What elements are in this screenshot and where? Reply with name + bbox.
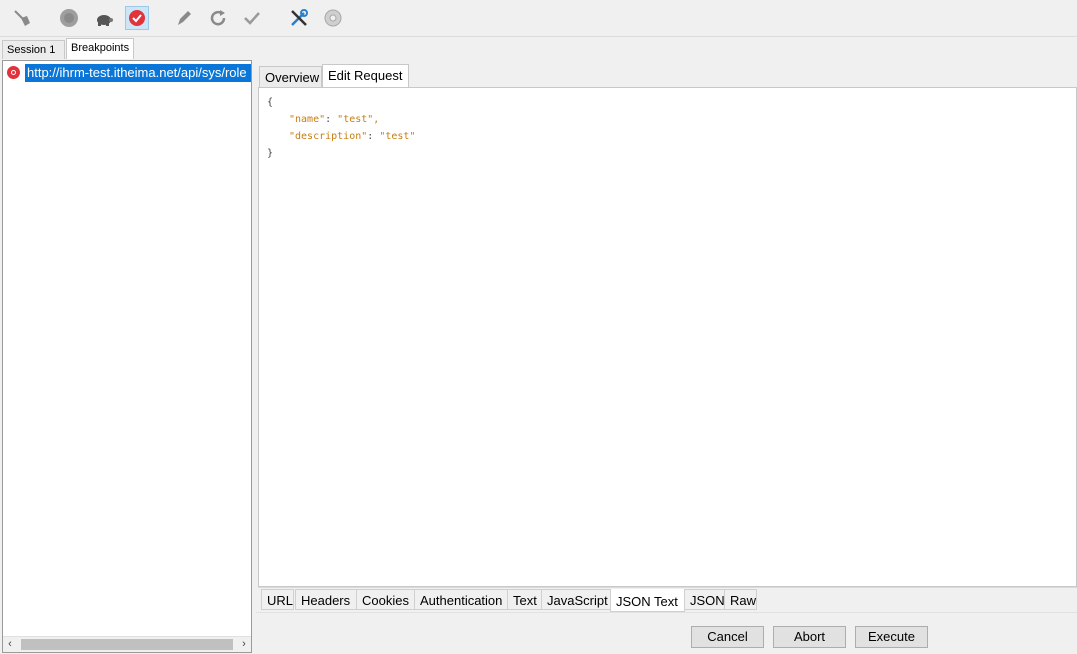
scroll-right-icon[interactable]: › [237, 637, 251, 652]
json-editor[interactable]: { "name": "test", "description": "test" … [258, 87, 1077, 587]
broom-icon[interactable] [10, 6, 34, 30]
request-panel: Overview Edit Request { "name": "test", … [256, 60, 1077, 654]
tab-session-1[interactable]: Session 1 * [2, 40, 65, 75]
check-icon[interactable] [240, 6, 264, 30]
breakpoint-url[interactable]: http://ihrm-test.itheima.net/api/sys/rol… [25, 64, 251, 82]
json-line-name: "name": "test", [289, 112, 379, 128]
breakpoint-request-icon [7, 66, 20, 79]
json-colon: : [367, 131, 380, 142]
breakpoint-icon[interactable] [125, 6, 149, 30]
tab-edit-request[interactable]: Edit Request [322, 64, 409, 89]
tab-text[interactable]: Text [507, 589, 542, 610]
cancel-button[interactable]: Cancel [691, 626, 764, 648]
json-key: "description" [289, 131, 368, 142]
tab-javascript[interactable]: JavaScript [541, 589, 611, 610]
tab-url[interactable]: URL [261, 589, 294, 610]
tab-overview[interactable]: Overview [259, 66, 322, 88]
action-bar: Cancel Abort Execute [256, 612, 1077, 654]
json-value: "test" [379, 131, 416, 142]
json-key: "name" [289, 114, 326, 125]
record-circle-icon[interactable] [57, 6, 81, 30]
tab-headers[interactable]: Headers [295, 589, 357, 610]
tab-raw[interactable]: Raw [724, 589, 757, 610]
tab-json[interactable]: JSON [684, 589, 725, 610]
body-format-tab-bar: URL Headers Cookies Authentication Text … [258, 587, 1077, 612]
open-brace: { [267, 97, 274, 108]
session-tab-bar: Session 1 * Breakpoints [0, 38, 260, 75]
pen-icon[interactable] [172, 6, 196, 30]
tools-icon[interactable] [287, 6, 311, 30]
tab-json-text[interactable]: JSON Text [610, 589, 685, 612]
horizontal-scrollbar[interactable]: ‹ › [3, 636, 251, 652]
refresh-icon[interactable] [206, 6, 230, 30]
json-colon: : [325, 114, 338, 125]
request-tab-bar: Overview Edit Request [258, 62, 678, 89]
breakpoint-list: http://ihrm-test.itheima.net/api/sys/rol… [2, 60, 252, 653]
json-value: "test", [337, 114, 380, 125]
list-item[interactable]: http://ihrm-test.itheima.net/api/sys/rol… [5, 64, 253, 82]
tab-authentication[interactable]: Authentication [414, 589, 508, 610]
scrollbar-thumb[interactable] [21, 639, 233, 650]
toolbar [0, 0, 1077, 37]
turtle-icon[interactable] [92, 6, 116, 30]
tab-cookies[interactable]: Cookies [356, 589, 415, 610]
close-brace: } [267, 148, 274, 159]
scroll-left-icon[interactable]: ‹ [3, 637, 17, 652]
execute-button[interactable]: Execute [855, 626, 928, 648]
settings-gear-icon[interactable] [321, 6, 345, 30]
tab-breakpoints[interactable]: Breakpoints [66, 38, 134, 59]
abort-button[interactable]: Abort [773, 626, 846, 648]
json-line-description: "description": "test" [289, 129, 415, 145]
